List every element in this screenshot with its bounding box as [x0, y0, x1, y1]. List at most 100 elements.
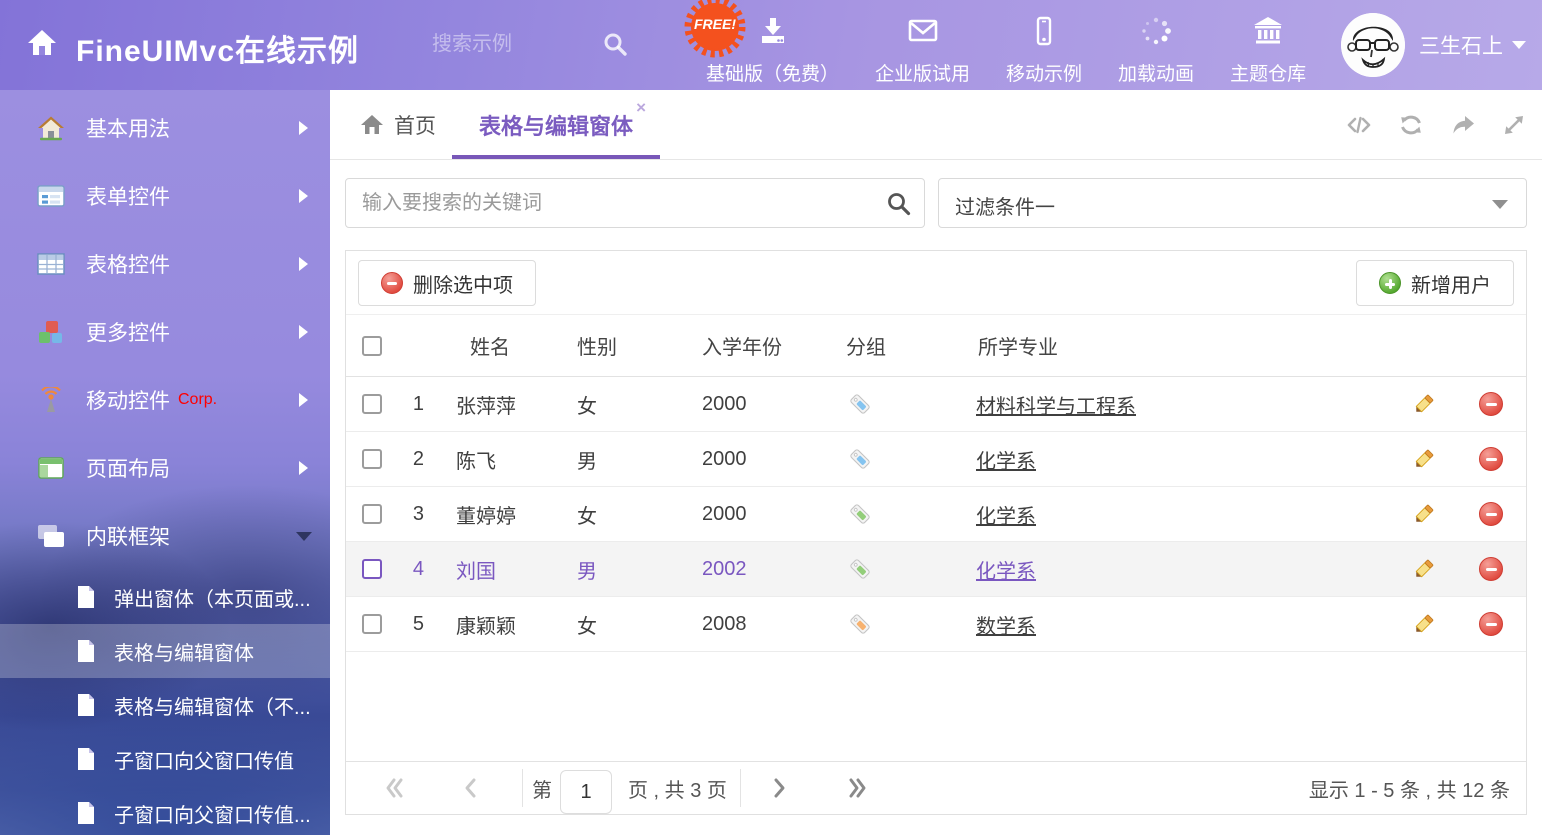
- chevron-right-icon: [299, 393, 308, 407]
- cell-major: 材料科学与工程系: [956, 390, 1391, 419]
- table-row[interactable]: 2 陈飞 男 2000 化学系: [346, 432, 1526, 487]
- sidebar-subitem-popup-window[interactable]: 弹出窗体（本页面或...: [0, 570, 330, 624]
- delete-icon[interactable]: [1479, 612, 1503, 636]
- row-checkbox[interactable]: [362, 559, 382, 579]
- sidebar-subitem-child-to-parent[interactable]: 子窗口向父窗口传值: [0, 732, 330, 786]
- app-home-icon[interactable]: [26, 27, 58, 64]
- sidebar-subitem-label: 子窗口向父窗口传值...: [114, 799, 311, 828]
- tab-close-icon[interactable]: ×: [636, 98, 646, 118]
- sidebar-item-label: 内联框架: [86, 521, 170, 551]
- page-icon: [74, 585, 98, 609]
- sidebar-item-grid-controls[interactable]: 表格控件: [0, 230, 330, 298]
- tag-icon: [846, 557, 956, 581]
- row-checkbox[interactable]: [362, 504, 382, 524]
- sidebar-item-basic-usage[interactable]: 基本用法: [0, 94, 330, 162]
- edit-icon[interactable]: [1412, 447, 1436, 471]
- share-icon[interactable]: [1450, 113, 1476, 137]
- sidebar-item-form-controls[interactable]: 表单控件: [0, 162, 330, 230]
- edit-icon[interactable]: [1412, 392, 1436, 416]
- cell-gender: 女: [571, 500, 696, 529]
- keyword-search-input[interactable]: [346, 179, 866, 227]
- column-header-name: 姓名: [436, 331, 571, 360]
- sidebar-item-label: 页面布局: [86, 453, 170, 483]
- home-icon: [360, 113, 384, 137]
- sidebar-item-more-controls[interactable]: 更多控件: [0, 298, 330, 366]
- cell-year: 2002: [696, 558, 846, 581]
- delete-icon[interactable]: [1479, 447, 1503, 471]
- sidebar-subitem-grid-edit-window-2[interactable]: 表格与编辑窗体（不...: [0, 678, 330, 732]
- user-caret-icon: [1512, 41, 1526, 49]
- table-row[interactable]: 5 康颖颖 女 2008 数学系: [346, 597, 1526, 652]
- grid-toolbar: 删除选中项 新增用户: [346, 251, 1526, 315]
- major-link[interactable]: 化学系: [976, 451, 1036, 473]
- cell-major: 数学系: [956, 610, 1391, 639]
- sidebar-subitem-grid-edit-window[interactable]: 表格与编辑窗体: [0, 624, 330, 678]
- chevron-right-icon: [299, 257, 308, 271]
- delete-icon[interactable]: [1479, 557, 1503, 581]
- filter-dropdown-value: 过滤条件一: [955, 191, 1055, 220]
- sidebar-item-page-layout[interactable]: 页面布局: [0, 434, 330, 502]
- view-source-icon[interactable]: [1346, 113, 1372, 137]
- row-checkbox[interactable]: [362, 449, 382, 469]
- nav-loading-animation[interactable]: 加载动画: [1100, 0, 1212, 90]
- row-checkbox[interactable]: [362, 394, 382, 414]
- sidebar-subitem-label: 表格与编辑窗体: [114, 637, 254, 666]
- mobile-icon: [1028, 16, 1060, 51]
- last-page-button[interactable]: [848, 762, 870, 814]
- cell-gender: 男: [571, 555, 696, 584]
- tab-active-label: 表格与编辑窗体: [479, 109, 633, 141]
- column-header-major: 所学专业: [956, 331, 1391, 360]
- row-index: 4: [386, 558, 436, 581]
- expand-icon[interactable]: [1502, 113, 1526, 137]
- sidebar-item-iframe[interactable]: 内联框架: [0, 502, 330, 570]
- row-index: 2: [386, 448, 436, 471]
- nav-enterprise-trial[interactable]: 企业版试用: [857, 0, 988, 90]
- major-link[interactable]: 材料科学与工程系: [976, 396, 1136, 418]
- download-icon: [757, 16, 789, 51]
- nav-theme-repo[interactable]: 主题仓库: [1212, 0, 1324, 90]
- nav-label: 企业版试用: [875, 59, 970, 86]
- sidebar-item-mobile-controls[interactable]: 移动控件 Corp.: [0, 366, 330, 434]
- row-index: 1: [386, 393, 436, 416]
- search-icon[interactable]: [886, 191, 912, 222]
- table-row-selected[interactable]: 4 刘国 男 2002 化学系: [346, 542, 1526, 597]
- nav-basic-free[interactable]: 基础版（免费）: [688, 0, 857, 90]
- row-checkbox[interactable]: [362, 614, 382, 634]
- table-row[interactable]: 3 董婷婷 女 2000 化学系: [346, 487, 1526, 542]
- table-row[interactable]: 1 张萍萍 女 2000 材料科学与工程系: [346, 377, 1526, 432]
- corp-badge: Corp.: [178, 391, 217, 409]
- major-link[interactable]: 化学系: [976, 506, 1036, 528]
- delete-icon[interactable]: [1479, 502, 1503, 526]
- tag-icon: [846, 392, 956, 416]
- sidebar-item-label: 移动控件: [86, 385, 170, 415]
- next-page-button[interactable]: [772, 762, 788, 814]
- edit-icon[interactable]: [1412, 557, 1436, 581]
- tab-home[interactable]: 首页: [360, 90, 436, 159]
- header-search-input[interactable]: [432, 33, 582, 56]
- tab-grid-edit-window[interactable]: 表格与编辑窗体 ×: [452, 90, 660, 159]
- antenna-icon: [36, 387, 66, 413]
- header-search-icon[interactable]: [602, 31, 628, 62]
- prev-page-button[interactable]: [462, 762, 478, 814]
- delete-selected-button[interactable]: 删除选中项: [358, 260, 536, 306]
- sidebar-item-label: 更多控件: [86, 317, 170, 347]
- select-all-checkbox[interactable]: [362, 336, 382, 356]
- plus-icon: [1379, 272, 1401, 294]
- cell-major: 化学系: [956, 445, 1391, 474]
- page-label-prefix: 第: [532, 762, 552, 814]
- frames-icon: [36, 524, 66, 548]
- filter-row: 过滤条件一: [345, 178, 1527, 228]
- filter-dropdown[interactable]: 过滤条件一: [938, 178, 1527, 228]
- edit-icon[interactable]: [1412, 612, 1436, 636]
- add-user-button[interactable]: 新增用户: [1356, 260, 1514, 306]
- sidebar-subitem-child-to-parent-2[interactable]: 子窗口向父窗口传值...: [0, 786, 330, 835]
- first-page-button[interactable]: [382, 762, 404, 814]
- major-link[interactable]: 化学系: [976, 561, 1036, 583]
- edit-icon[interactable]: [1412, 502, 1436, 526]
- major-link[interactable]: 数学系: [976, 616, 1036, 638]
- refresh-icon[interactable]: [1398, 113, 1424, 137]
- page-number-input[interactable]: [560, 770, 612, 814]
- user-menu[interactable]: 三生石上: [1341, 0, 1526, 90]
- nav-mobile-demo[interactable]: 移动示例: [988, 0, 1100, 90]
- delete-icon[interactable]: [1479, 392, 1503, 416]
